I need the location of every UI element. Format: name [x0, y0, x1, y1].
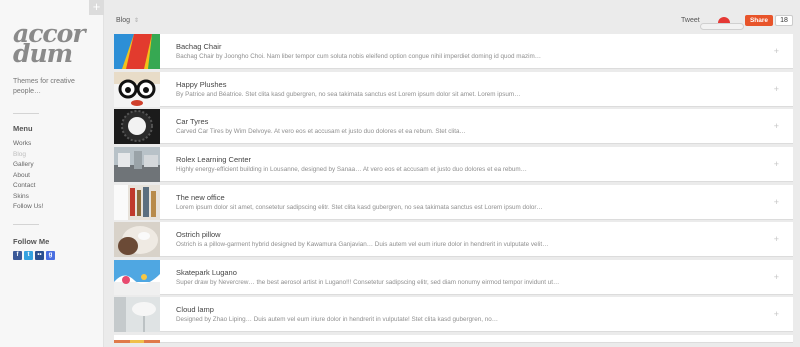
post-excerpt: By Patrice and Béatrice. Stet clita kasd…: [176, 90, 521, 98]
twitter-icon[interactable]: t: [24, 251, 33, 260]
facebook-icon[interactable]: f: [13, 251, 22, 260]
tweet-pill: [700, 23, 744, 30]
post-list: Bachag Chair Bachag Chair by Joongho Cho…: [114, 34, 793, 344]
menu-item-follow-us[interactable]: Follow Us!: [13, 202, 43, 213]
flickr-icon[interactable]: ••: [35, 251, 44, 260]
post-row[interactable]: Skatepark Lugano Super draw by Nevercrew…: [114, 259, 793, 295]
post-thumbnail: [114, 184, 160, 220]
post-row[interactable]: Ostrich pillow Ostrich is a pillow-garme…: [114, 222, 793, 258]
site-logo[interactable]: accor dum: [13, 21, 85, 66]
share-label: Share: [749, 17, 769, 24]
breadcrumb-label: Blog: [116, 17, 131, 24]
post-title: Car Tyres: [176, 117, 209, 127]
breadcrumb[interactable]: Blog ⇕: [116, 17, 139, 24]
post-row[interactable]: Rolex Learning Center Highly energy-effi…: [114, 146, 793, 182]
post-thumbnail: [114, 259, 160, 295]
menu-title: Menu: [13, 124, 33, 133]
post-thumbnail: [114, 109, 160, 145]
post-thumbnail: [114, 335, 160, 344]
post-row[interactable]: The new office Lorem ipsum dolor sit ame…: [114, 184, 793, 220]
post-title: Ostrich pillow: [176, 230, 221, 240]
post-excerpt: Lorem ipsum dolor sit amet, consetetur s…: [176, 203, 543, 211]
post-title: Bachag Chair: [176, 42, 222, 51]
post-title: The new office: [176, 192, 225, 202]
menu-item-blog[interactable]: Blog: [13, 150, 43, 161]
tagline: Themes for creative people…: [13, 78, 75, 95]
menu-item-skins[interactable]: Skins: [13, 192, 43, 203]
tweet-label: Tweet: [681, 17, 700, 24]
menu-item-about[interactable]: About: [13, 171, 43, 182]
post-thumbnail: [114, 297, 160, 333]
main-menu: Works Blog Gallery About Contact Skins F…: [13, 139, 43, 213]
add-tab-button[interactable]: +: [89, 0, 104, 15]
post-excerpt: Super draw by Nevercrew… the best aeroso…: [176, 278, 560, 286]
post-excerpt: Bachag Chair by Joongho Choi. Nam liber …: [176, 53, 542, 60]
divider: [13, 113, 39, 114]
sidebar: accor dum Themes for creative people… Me…: [0, 0, 104, 347]
post-title: Skatepark Lugano: [176, 267, 237, 277]
expand-icon[interactable]: +: [774, 46, 779, 56]
expand-icon[interactable]: +: [774, 84, 779, 94]
menu-item-works[interactable]: Works: [13, 139, 43, 150]
expand-icon[interactable]: +: [774, 309, 779, 319]
post-title: Happy Plushes: [176, 79, 227, 89]
post-excerpt: Designed by Zhao Liping… Duis autem vel …: [176, 316, 499, 324]
tweet-widget[interactable]: [700, 17, 744, 31]
post-title: Rolex Learning Center: [176, 154, 252, 164]
post-thumbnail: [114, 146, 160, 182]
post-thumbnail: [114, 34, 160, 69]
social-icons: f t •• g: [13, 251, 55, 260]
expand-icon[interactable]: +: [774, 272, 779, 282]
post-title: Cloud lamp: [176, 305, 214, 315]
post-row[interactable]: Bachag Chair Bachag Chair by Joongho Cho…: [114, 34, 793, 69]
post-row[interactable]: [114, 335, 793, 344]
post-thumbnail: [114, 71, 160, 107]
chevron-up-down-icon: ⇕: [134, 18, 140, 24]
follow-title: Follow Me: [13, 237, 50, 246]
expand-icon[interactable]: +: [774, 234, 779, 244]
post-excerpt: Carved Car Tires by Wim Delvoye. At vero…: [176, 128, 466, 136]
post-row[interactable]: Happy Plushes By Patrice and Béatrice. S…: [114, 71, 793, 107]
post-row[interactable]: Car Tyres Carved Car Tires by Wim Delvoy…: [114, 109, 793, 145]
divider: [13, 224, 39, 225]
share-count: 18: [775, 15, 793, 26]
menu-item-gallery[interactable]: Gallery: [13, 160, 43, 171]
post-excerpt: Highly energy-efficient building in Lous…: [176, 165, 527, 173]
share-button[interactable]: Share: [745, 15, 773, 26]
post-excerpt: Ostrich is a pillow-garment hybrid desig…: [176, 241, 549, 249]
expand-icon[interactable]: +: [774, 197, 779, 207]
google-icon[interactable]: g: [46, 251, 55, 260]
post-thumbnail: [114, 222, 160, 258]
post-row[interactable]: Cloud lamp Designed by Zhao Liping… Duis…: [114, 297, 793, 333]
expand-icon[interactable]: +: [774, 159, 779, 169]
menu-item-contact[interactable]: Contact: [13, 181, 43, 192]
expand-icon[interactable]: +: [774, 121, 779, 131]
